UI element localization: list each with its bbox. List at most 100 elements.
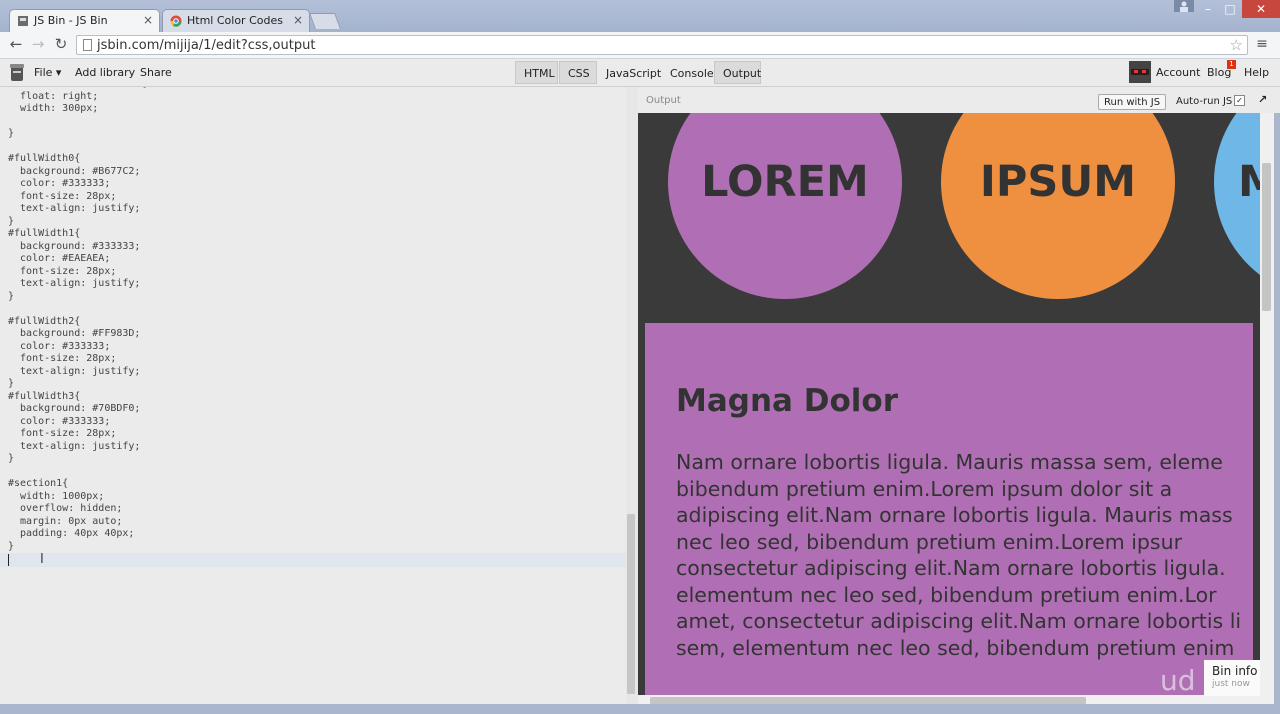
auto-run-checkbox[interactable]: ✓ [1234, 95, 1245, 106]
watermark: ud [1160, 664, 1196, 697]
code-line: text-align: justify; [8, 365, 141, 377]
editor-scrollbar[interactable] [626, 87, 638, 704]
code-line: } [8, 215, 15, 227]
code-line: font-size: 28px; [8, 190, 117, 202]
close-icon[interactable]: × [293, 13, 303, 27]
code-line: text-align: justify; [8, 440, 141, 452]
code-line: #fullWidth0{ [8, 153, 81, 164]
section-full-width: Magna Dolor Nam ornare lobortis ligula. … [645, 323, 1253, 695]
editor-scrollbar-thumb[interactable] [627, 514, 635, 694]
jsbin-header: File ▾ Add library Share HTML CSS JavaSc… [0, 59, 1280, 87]
user-profile-icon[interactable] [1174, 0, 1194, 12]
code-line: width: 1000px; [8, 490, 105, 502]
circle-lorem: LOREM [668, 113, 902, 299]
page-icon [83, 39, 92, 51]
bin-info-panel[interactable]: Bin info just now [1204, 660, 1260, 696]
code-line: overflow: hidden; [8, 503, 123, 514]
panel-html-button[interactable]: HTML [515, 61, 558, 84]
paragraph-line: nec leo sed, bibendum pretium enim.Lorem… [676, 529, 1183, 554]
back-arrow-icon[interactable]: ← [6, 34, 26, 54]
paragraph-line: elementum nec leo sed, bibendum pretium … [676, 582, 1217, 607]
code-line: text-align: justify; [8, 203, 141, 214]
tab-title: Html Color Codes [187, 14, 283, 27]
avatar[interactable] [1129, 61, 1151, 83]
code-line: font-size: 28px; [8, 265, 117, 277]
paragraph-line: amet, consectetur adipiscing elit.Nam or… [676, 609, 1242, 633]
code-line: width: 300px; [8, 103, 99, 114]
code-line: #fullWidth3{ [8, 390, 81, 402]
panel-css-button[interactable]: CSS [559, 61, 597, 84]
output-header: Output Run with JS Auto-run JS ✓ ↗ [638, 87, 1280, 113]
chrome-favicon-icon [170, 15, 182, 27]
code-line: padding: 40px 40px; [8, 528, 135, 539]
jsbin-favicon-icon [17, 15, 29, 27]
text-cursor [8, 554, 9, 566]
blog-badge: 1 [1227, 60, 1236, 69]
paragraph-line: Nam ornare lobortis ligula. Mauris massa… [676, 450, 1223, 474]
output-label: Output [646, 95, 681, 106]
panel-javascript-button[interactable]: JavaScript [597, 61, 661, 84]
section-heading: Magna Dolor [676, 383, 898, 419]
close-window-button[interactable]: ✕ [1242, 0, 1280, 18]
tab-html-color-codes[interactable]: Html Color Codes × [162, 9, 310, 32]
help-link[interactable]: Help [1244, 66, 1269, 79]
maximize-button[interactable]: □ [1220, 0, 1240, 18]
menu-icon[interactable]: ≡ [1252, 34, 1272, 54]
code-line: } [8, 453, 15, 464]
current-line-highlight [0, 553, 626, 567]
panel-console-button[interactable]: Console [661, 61, 714, 84]
code-line: #fullWidth1{ [8, 228, 81, 239]
tab-title: JS Bin - JS Bin [34, 14, 108, 27]
auto-run-label: Auto-run JS [1176, 96, 1233, 107]
output-scrollbar-thumb[interactable] [1262, 163, 1271, 311]
output-frame: LOREM IPSUM M Magna Dolor Nam ornare lob… [638, 113, 1260, 695]
close-icon[interactable]: × [143, 13, 153, 27]
bin-info-time: just now [1212, 679, 1250, 689]
url-text: jsbin.com/mijija/1/edit?css,output [97, 38, 316, 53]
code-line: text-align: justify; [8, 278, 141, 289]
code-line: margin: 0px auto; [8, 515, 123, 527]
bookmark-star-icon[interactable]: ☆ [1230, 36, 1243, 54]
panel-output-button[interactable]: Output [714, 61, 761, 84]
address-bar[interactable]: jsbin.com/mijija/1/edit?css,output ☆ [76, 35, 1248, 55]
forward-arrow-icon[interactable]: → [28, 34, 48, 54]
file-menu[interactable]: File ▾ [34, 66, 61, 79]
output-vertical-scrollbar[interactable] [1260, 113, 1274, 695]
css-editor[interactable]: #threeColumns #column3{ float: right; wi… [0, 87, 626, 704]
code-line: color: #333333; [8, 415, 111, 427]
account-link[interactable]: Account [1156, 66, 1200, 79]
code-line: color: #333333; [8, 178, 111, 189]
run-with-js-button[interactable]: Run with JS [1098, 94, 1167, 110]
code-line: } [8, 290, 15, 302]
minimize-button[interactable]: – [1198, 0, 1218, 18]
bin-info-title: Bin info [1212, 664, 1258, 678]
jsbin-logo-icon[interactable] [10, 63, 24, 82]
share-menu[interactable]: Share [140, 66, 172, 79]
paragraph-line: sem, elementum nec leo sed, bibendum pre… [676, 635, 1235, 660]
code-line: color: #EAEAEA; [8, 253, 111, 264]
new-tab-button[interactable] [309, 13, 341, 29]
reload-icon[interactable]: ↻ [51, 34, 71, 54]
popout-icon[interactable]: ↗ [1258, 93, 1267, 106]
browser-titlebar: JS Bin - JS Bin × Html Color Codes × – □… [0, 0, 1280, 32]
code-line: #fullWidth2{ [8, 315, 81, 327]
section-paragraph: Nam ornare lobortis ligula. Mauris massa… [676, 449, 1260, 661]
code-line: font-size: 28px; [8, 353, 117, 364]
browser-toolbar: ← → ↻ jsbin.com/mijija/1/edit?css,output… [0, 32, 1280, 59]
code-line: } [8, 128, 15, 139]
code-line: #section1{ [8, 478, 69, 489]
code-line: float: right; [8, 90, 99, 102]
paragraph-line: adipiscing elit.Nam ornare lobortis ligu… [676, 503, 1233, 527]
circle-third: M [1214, 113, 1260, 299]
code-line: } [8, 540, 15, 552]
add-library-menu[interactable]: Add library [75, 66, 135, 79]
window-bottom-border [0, 704, 1280, 714]
code-line: background: #B677C2; [8, 165, 141, 177]
tab-jsbin[interactable]: JS Bin - JS Bin × [9, 9, 160, 32]
code-line: font-size: 28px; [8, 428, 117, 439]
circle-ipsum: IPSUM [941, 113, 1175, 299]
code-line: color: #333333; [8, 340, 111, 352]
paragraph-line: consectetur adipiscing elit.Nam ornare l… [676, 556, 1226, 580]
code-line: background: #333333; [8, 240, 141, 252]
code-line: } [8, 378, 15, 389]
